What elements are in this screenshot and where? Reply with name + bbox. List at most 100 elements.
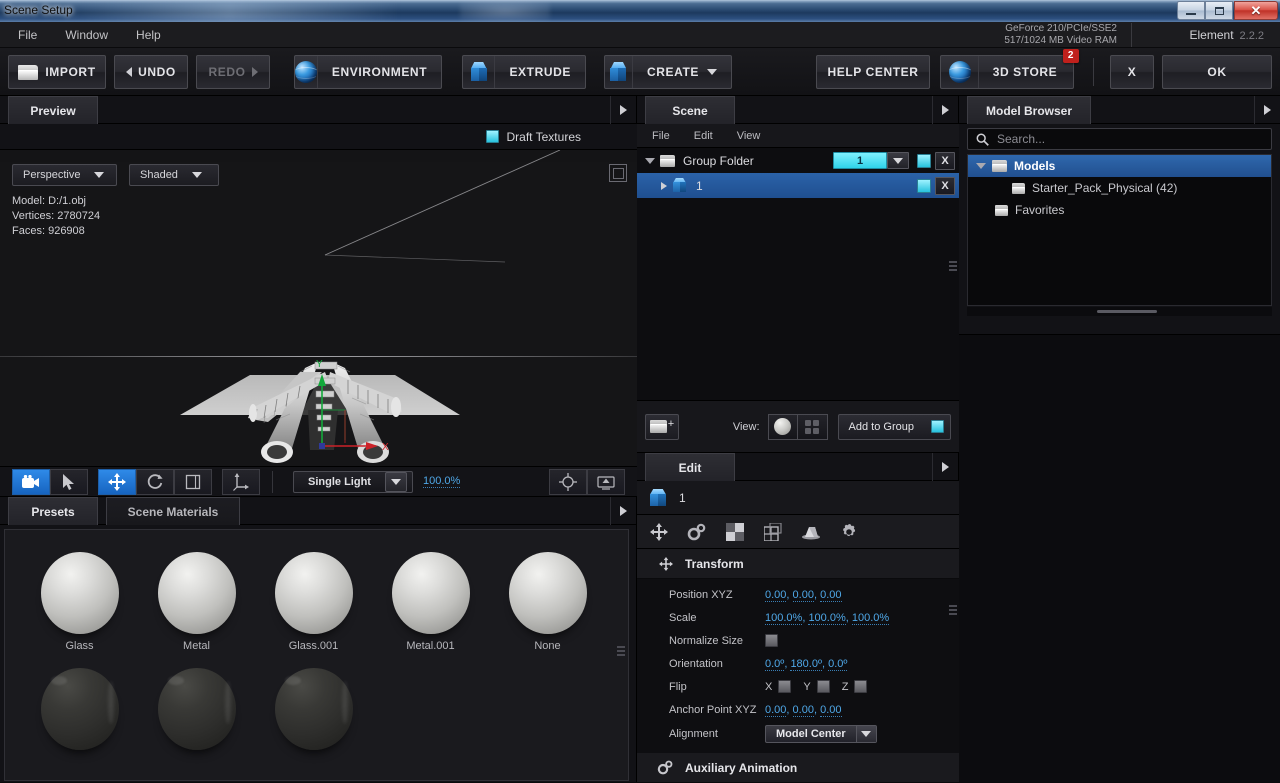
camera-tool-button[interactable]	[12, 468, 50, 495]
menu-window[interactable]: Window	[55, 25, 118, 45]
add-to-group-checkbox[interactable]	[931, 420, 944, 433]
window-minimize-button[interactable]	[1177, 1, 1205, 20]
window-maximize-button[interactable]	[1205, 1, 1233, 20]
move-tool-button[interactable]	[98, 468, 136, 495]
browser-panel-expand[interactable]	[1254, 96, 1280, 124]
delete-row-button[interactable]: X	[935, 152, 955, 170]
environment-button[interactable]: ENVIRONMENT	[294, 55, 442, 89]
section-auxiliary-animation[interactable]: Auxiliary Animation	[637, 753, 959, 783]
group-icon[interactable]	[759, 519, 787, 545]
material-item[interactable]: Glass	[21, 552, 138, 652]
material-item[interactable]	[21, 668, 138, 756]
alignment-dropdown[interactable]: Model Center	[765, 725, 877, 743]
anchor-x[interactable]: 0.00	[765, 703, 787, 717]
draft-textures-checkbox[interactable]	[485, 130, 499, 143]
animation-icon[interactable]	[683, 519, 711, 545]
material-item[interactable]	[255, 668, 372, 756]
material-item[interactable]	[138, 668, 255, 756]
menu-help[interactable]: Help	[126, 25, 171, 45]
settings-icon[interactable]	[835, 519, 863, 545]
scene-tree-row-object-1[interactable]: 1 X	[637, 173, 959, 198]
orientation-z[interactable]: 0.0º	[828, 657, 848, 671]
cancel-button[interactable]: X	[1110, 55, 1154, 89]
browser-tree[interactable]: Models Starter_Pack_Physical (42) Favori…	[967, 154, 1272, 306]
camera-mode-dropdown[interactable]: Perspective	[12, 164, 117, 186]
scale-x[interactable]: 100.0%	[765, 611, 803, 625]
position-y[interactable]: 0.00	[792, 588, 814, 602]
edit-panel-expand[interactable]	[932, 453, 958, 481]
flip-y-checkbox[interactable]	[816, 680, 830, 693]
scale-tool-button[interactable]	[174, 468, 212, 495]
view-sphere-toggle[interactable]	[767, 413, 798, 440]
light-intensity-value[interactable]: 100.0%	[423, 475, 461, 488]
scene-menu-file[interactable]: File	[643, 128, 679, 144]
delete-row-button[interactable]: X	[935, 177, 955, 195]
browser-horizontal-scrollbar[interactable]	[967, 307, 1272, 316]
scale-y[interactable]: 100.0%	[808, 611, 846, 625]
3d-viewport[interactable]: Y X Perspective Shaded Model: D:/1.obj V…	[0, 150, 637, 466]
tab-edit[interactable]: Edit	[645, 453, 735, 481]
twisty-collapsed-icon[interactable]	[661, 181, 667, 190]
materials-panel-expand[interactable]	[610, 497, 636, 525]
rotate-tool-button[interactable]	[136, 468, 174, 495]
section-transform[interactable]: Transform	[637, 549, 959, 579]
orientation-x[interactable]: 0.0º	[765, 657, 785, 671]
tab-scene-materials[interactable]: Scene Materials	[106, 497, 240, 525]
material-item[interactable]: Metal.001	[372, 552, 489, 652]
redo-button[interactable]: REDO	[196, 55, 270, 89]
orientation-y[interactable]: 180.0º	[790, 657, 822, 671]
twisty-expanded-icon[interactable]	[645, 157, 655, 164]
shading-mode-dropdown[interactable]: Shaded	[129, 164, 219, 186]
search-box[interactable]	[967, 128, 1272, 150]
browser-row-models[interactable]: Models	[968, 155, 1271, 177]
tab-model-browser[interactable]: Model Browser	[967, 96, 1092, 124]
menu-file[interactable]: File	[8, 25, 47, 45]
twisty-expanded-icon[interactable]	[976, 163, 986, 169]
material-item[interactable]: None	[489, 552, 606, 652]
window-close-button[interactable]: ✕	[1234, 1, 1278, 20]
browser-row-favorites[interactable]: Favorites	[968, 199, 1271, 221]
group-index-value[interactable]: 1	[833, 152, 887, 169]
position-z[interactable]: 0.00	[820, 588, 842, 602]
anchor-z[interactable]: 0.00	[820, 703, 842, 717]
scene-tree-row-group-folder[interactable]: Group Folder 1 X	[637, 148, 959, 173]
search-input[interactable]	[997, 132, 1257, 146]
import-button[interactable]: IMPORT	[8, 55, 106, 89]
material-item[interactable]: Glass.001	[255, 552, 372, 652]
transform-icon[interactable]	[645, 519, 673, 545]
select-tool-button[interactable]	[50, 468, 88, 495]
scene-panel-expand[interactable]	[932, 96, 958, 124]
scale-z[interactable]: 100.0%	[851, 611, 890, 625]
position-x[interactable]: 0.00	[765, 588, 787, 602]
light-mode-dropdown[interactable]: Single Light	[293, 470, 413, 493]
tab-preview[interactable]: Preview	[8, 96, 98, 124]
focus-view-button[interactable]	[549, 468, 587, 495]
tab-scene[interactable]: Scene	[645, 96, 735, 124]
materials-scroll-grip[interactable]	[617, 646, 625, 656]
scene-tree-scroll-grip[interactable]	[949, 248, 957, 284]
add-to-group-button[interactable]: Add to Group	[837, 413, 951, 440]
scene-tree[interactable]: Group Folder 1 X 1 X	[637, 148, 959, 400]
view-grid-toggle[interactable]	[797, 413, 828, 440]
scene-menu-edit[interactable]: Edit	[685, 128, 722, 144]
edit-scroll-grip[interactable]	[949, 595, 957, 625]
create-button[interactable]: CREATE	[604, 55, 732, 89]
ambient-occlusion-icon[interactable]	[797, 519, 825, 545]
tab-presets[interactable]: Presets	[8, 497, 98, 525]
flip-z-checkbox[interactable]	[854, 680, 868, 693]
group-index-dropdown[interactable]	[887, 152, 909, 169]
viewport-maximize-icon[interactable]	[609, 164, 627, 182]
browser-scroll-thumb[interactable]	[1097, 310, 1157, 313]
ok-button[interactable]: OK	[1162, 55, 1272, 89]
preview-panel-expand[interactable]	[610, 96, 636, 124]
anchor-y[interactable]: 0.00	[792, 703, 814, 717]
flip-x-checkbox[interactable]	[778, 680, 792, 693]
browser-row-starter-pack[interactable]: Starter_Pack_Physical (42)	[968, 177, 1271, 199]
undo-button[interactable]: UNDO	[114, 55, 188, 89]
normalize-size-checkbox[interactable]	[765, 634, 778, 647]
scene-menu-view[interactable]: View	[728, 128, 770, 144]
fit-to-view-button[interactable]	[587, 468, 625, 495]
material-icon[interactable]	[721, 519, 749, 545]
new-group-button[interactable]: +	[645, 413, 679, 440]
browser-scroll-grip[interactable]	[1251, 300, 1259, 305]
